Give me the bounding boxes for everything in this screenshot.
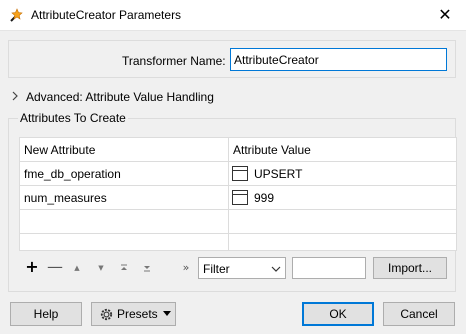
filter-dropdown[interactable]: Filter xyxy=(198,257,286,279)
table-row-empty[interactable] xyxy=(20,210,456,234)
move-bottom-icon[interactable] xyxy=(141,257,153,279)
dropdown-arrow-icon xyxy=(163,311,171,316)
filter-text-input[interactable] xyxy=(292,257,366,279)
gear-icon xyxy=(100,308,113,321)
table-row[interactable]: fme_db_operation UPSERT xyxy=(20,162,456,186)
value-editor-icon[interactable] xyxy=(232,166,248,181)
chevron-right-icon xyxy=(12,91,18,101)
transformer-name-label: Transformer Name: xyxy=(122,54,226,68)
attribute-name-cell[interactable]: fme_db_operation xyxy=(24,167,121,181)
table-row[interactable]: num_measures 999 xyxy=(20,186,456,210)
move-down-icon[interactable]: ▼ xyxy=(95,257,107,279)
transformer-name-input[interactable] xyxy=(230,48,447,71)
value-editor-icon[interactable] xyxy=(232,190,248,205)
column-header-attribute-value[interactable]: Attribute Value xyxy=(233,143,311,157)
more-options-icon[interactable]: » xyxy=(179,257,193,279)
ok-button[interactable]: OK xyxy=(302,302,374,326)
attribute-value-cell[interactable]: UPSERT xyxy=(254,167,302,181)
cancel-button[interactable]: Cancel xyxy=(383,302,455,326)
add-row-icon[interactable]: + xyxy=(24,257,40,279)
table-toolbar: + — ▲ ▼ » Filter Import... xyxy=(19,257,457,279)
table-header: New Attribute Attribute Value xyxy=(20,138,456,162)
help-button[interactable]: Help xyxy=(10,302,82,326)
transformer-app-icon xyxy=(10,8,23,22)
advanced-label: Advanced: Attribute Value Handling xyxy=(26,90,214,104)
transformer-name-section: Transformer Name: xyxy=(8,40,456,78)
close-icon[interactable]: ✕ xyxy=(436,6,454,24)
attribute-value-cell[interactable]: 999 xyxy=(254,191,274,205)
title-bar: AttributeCreator Parameters ✕ xyxy=(0,0,466,31)
move-up-icon[interactable]: ▲ xyxy=(71,257,83,279)
import-button[interactable]: Import... xyxy=(373,257,447,279)
attributes-table: New Attribute Attribute Value fme_db_ope… xyxy=(19,137,457,251)
attributes-group-title: Attributes To Create xyxy=(18,111,128,125)
filter-dropdown-value: Filter xyxy=(203,262,230,276)
presets-button[interactable]: Presets xyxy=(91,302,176,326)
move-top-icon[interactable] xyxy=(118,257,130,279)
remove-row-icon[interactable]: — xyxy=(47,257,63,279)
chevron-down-icon xyxy=(271,266,281,272)
column-header-new-attribute[interactable]: New Attribute xyxy=(24,143,95,157)
presets-label: Presets xyxy=(117,307,158,321)
window-title: AttributeCreator Parameters xyxy=(31,8,182,22)
attribute-name-cell[interactable]: num_measures xyxy=(24,191,107,205)
